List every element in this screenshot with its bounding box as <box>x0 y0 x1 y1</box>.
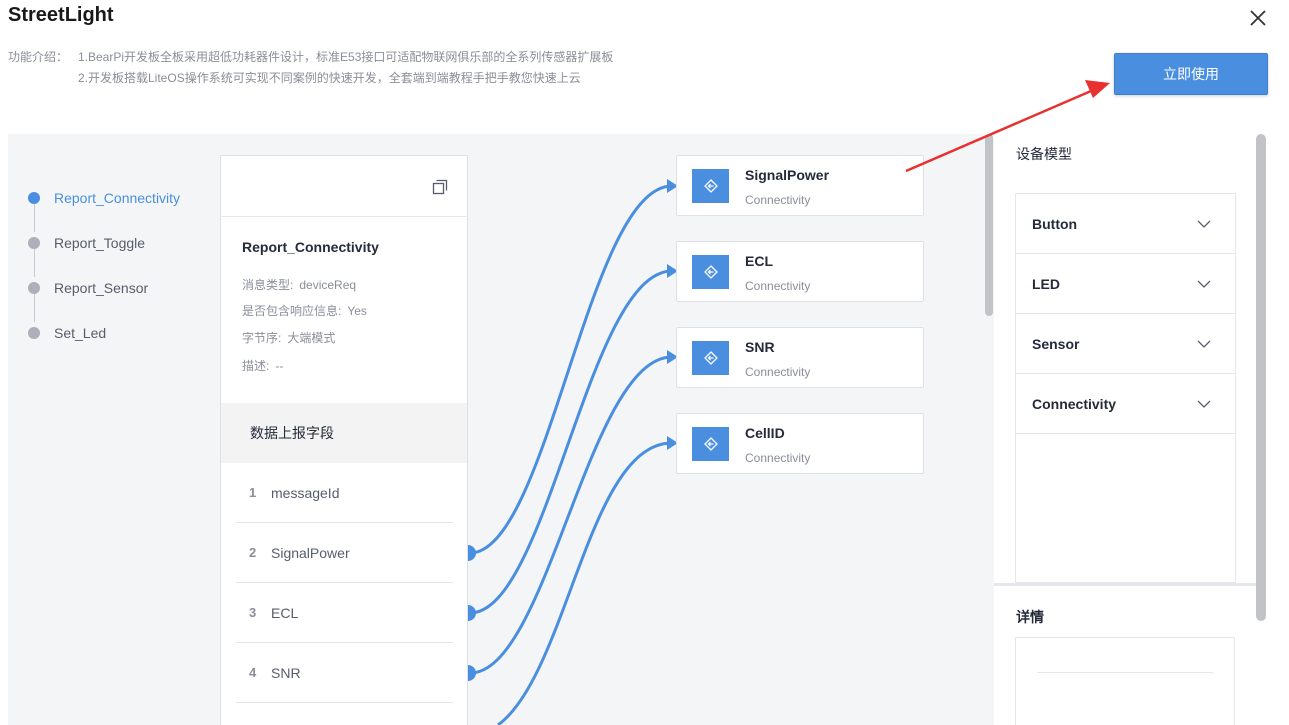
step-dot-icon <box>28 282 40 294</box>
property-icon <box>692 255 729 289</box>
step-dot-icon <box>28 192 40 204</box>
panel-divider <box>994 583 1256 586</box>
panel-title: 设备模型 <box>1016 147 1072 163</box>
step-dot-icon <box>28 327 40 339</box>
property-icon <box>692 169 729 203</box>
property-name: SignalPower <box>745 167 830 183</box>
link-anchor-icon <box>468 605 476 621</box>
link-anchor-icon <box>468 665 476 681</box>
message-attr-endian: 字节序: 大端模式 <box>242 329 335 346</box>
service-item-connectivity[interactable]: Connectivity <box>1016 374 1235 434</box>
property-type: Connectivity <box>745 451 811 465</box>
step-dot-icon <box>28 237 40 249</box>
property-card[interactable]: SignalPower Connectivity <box>676 155 924 216</box>
field-row[interactable]: 4 SNR <box>236 643 453 703</box>
property-icon <box>692 341 729 375</box>
attr-value: Yes <box>347 304 367 318</box>
property-name: CellID <box>745 425 785 441</box>
intro-line-1: 1.BearPi开发板全板采用超低功耗器件设计，标准E53接口可适配物联网俱乐部… <box>78 50 614 64</box>
step-connector <box>34 294 35 322</box>
field-index: 2 <box>249 545 257 560</box>
use-now-button[interactable]: 立即使用 <box>1114 53 1268 95</box>
mapping-canvas: Report_Connectivity Report_Toggle Report… <box>8 134 994 725</box>
chevron-down-icon <box>1197 280 1211 288</box>
service-item-sensor[interactable]: Sensor <box>1016 314 1235 374</box>
message-card: Report_Connectivity 消息类型: deviceReq 是否包含响… <box>220 155 468 725</box>
step-connector <box>34 249 35 277</box>
panel-scrollbar[interactable] <box>1256 134 1266 621</box>
device-model-panel: 设备模型 Button LED Sensor Connectivity 详情 <box>994 134 1256 725</box>
chevron-down-icon <box>1197 340 1211 348</box>
detail-title: 详情 <box>1016 610 1044 626</box>
attr-label: 描述: <box>242 359 270 373</box>
property-type: Connectivity <box>745 279 811 293</box>
field-row[interactable]: 3 ECL <box>236 583 453 643</box>
property-card[interactable]: CellID Connectivity <box>676 413 924 474</box>
service-item-button[interactable]: Button <box>1016 194 1235 254</box>
link-line <box>469 269 673 615</box>
service-label: Sensor <box>1032 335 1080 352</box>
step-label: Report_Toggle <box>54 235 146 251</box>
link-line <box>469 355 673 675</box>
attr-label: 字节序: <box>242 331 282 345</box>
service-list: Button LED Sensor Connectivity <box>1015 193 1236 583</box>
property-name: SNR <box>745 339 775 355</box>
link-line <box>497 441 673 725</box>
property-type: Connectivity <box>745 193 811 207</box>
field-index: 1 <box>249 485 257 500</box>
message-attr-response: 是否包含响应信息: Yes <box>242 302 367 319</box>
message-attr-type: 消息类型: deviceReq <box>242 276 356 293</box>
canvas-scrollbar[interactable] <box>985 134 993 316</box>
link-line <box>469 184 673 555</box>
close-icon[interactable] <box>1247 7 1269 29</box>
expand-icon[interactable] <box>432 179 448 195</box>
step-connector <box>34 204 35 232</box>
step-label: Report_Connectivity <box>54 190 181 206</box>
property-card[interactable]: SNR Connectivity <box>676 327 924 388</box>
intro-line-2: 2.开发板搭载LiteOS操作系统可实现不同案例的快速开发，全套端到端教程手把手… <box>78 71 581 85</box>
field-name: SignalPower <box>271 544 350 561</box>
service-item-led[interactable]: LED <box>1016 254 1235 314</box>
fields-header: 数据上报字段 <box>221 403 467 463</box>
field-name: ECL <box>271 604 299 621</box>
field-name: messageId <box>271 484 340 501</box>
step-label: Set_Led <box>54 325 107 341</box>
detail-divider <box>1037 672 1213 673</box>
property-name: ECL <box>745 253 773 269</box>
message-attr-desc: 描述: -- <box>242 357 283 374</box>
field-row[interactable]: 2 SignalPower <box>236 523 453 583</box>
step-report-connectivity[interactable]: Report_Connectivity <box>28 190 180 206</box>
field-name: SNR <box>271 664 301 681</box>
attr-value: deviceReq <box>299 278 357 292</box>
chevron-down-icon <box>1197 220 1211 228</box>
attr-value: 大端模式 <box>287 331 336 345</box>
attr-value: -- <box>275 359 284 373</box>
detail-box <box>1015 637 1235 725</box>
service-label: Button <box>1032 215 1078 232</box>
link-anchor-icon <box>468 545 476 561</box>
step-report-sensor[interactable]: Report_Sensor <box>28 280 148 296</box>
service-label: LED <box>1032 275 1060 292</box>
intro-label: 功能介绍： <box>8 50 69 64</box>
service-label: Connectivity <box>1032 395 1117 412</box>
attr-label: 消息类型: <box>242 278 294 292</box>
property-card[interactable]: ECL Connectivity <box>676 241 924 302</box>
page-title: StreetLight <box>8 4 114 26</box>
card-divider <box>221 216 467 217</box>
message-name: Report_Connectivity <box>242 239 379 255</box>
chevron-down-icon <box>1197 400 1211 408</box>
field-index: 4 <box>249 665 257 680</box>
property-icon <box>692 427 729 461</box>
field-index: 3 <box>249 605 257 620</box>
step-report-toggle[interactable]: Report_Toggle <box>28 235 145 251</box>
step-set-led[interactable]: Set_Led <box>28 325 106 341</box>
field-row[interactable]: 1 messageId <box>236 463 453 523</box>
attr-label: 是否包含响应信息: <box>242 304 342 318</box>
property-type: Connectivity <box>745 365 811 379</box>
step-label: Report_Sensor <box>54 280 149 296</box>
